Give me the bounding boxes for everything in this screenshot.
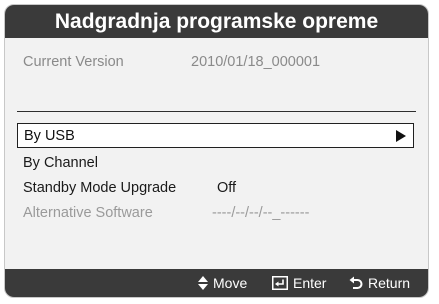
return-icon xyxy=(349,276,363,290)
current-version-label: Current Version xyxy=(23,54,124,70)
footer-return-label: Return xyxy=(368,275,411,291)
alternative-software-label: Alternative Software xyxy=(23,205,153,221)
footer-bar: Move Enter Return xyxy=(5,269,428,297)
enter-icon xyxy=(272,276,288,290)
menu-item-by-channel-label: By Channel xyxy=(23,155,98,171)
divider xyxy=(17,111,416,112)
footer-return: Return xyxy=(349,269,410,297)
arrow-right-icon xyxy=(396,130,406,142)
standby-mode-upgrade-value: Off xyxy=(217,180,237,196)
up-down-arrows-icon xyxy=(198,276,208,290)
menu-item-by-usb[interactable]: By USB xyxy=(17,123,414,148)
footer-enter: Enter xyxy=(272,269,326,297)
alternative-software-value: ----/--/--/--_------ xyxy=(212,205,310,221)
current-version-value: 2010/01/18_000001 xyxy=(191,54,321,70)
dialog-title: Nadgradnja programske opreme xyxy=(5,5,428,38)
footer-enter-label: Enter xyxy=(293,275,327,291)
footer-move: Move xyxy=(198,269,247,297)
menu-item-by-usb-label: By USB xyxy=(24,128,75,144)
footer-move-label: Move xyxy=(213,275,248,291)
standby-mode-upgrade-label: Standby Mode Upgrade xyxy=(23,180,177,196)
software-upgrade-dialog: Nadgradnja programske opreme Current Ver… xyxy=(4,4,429,298)
